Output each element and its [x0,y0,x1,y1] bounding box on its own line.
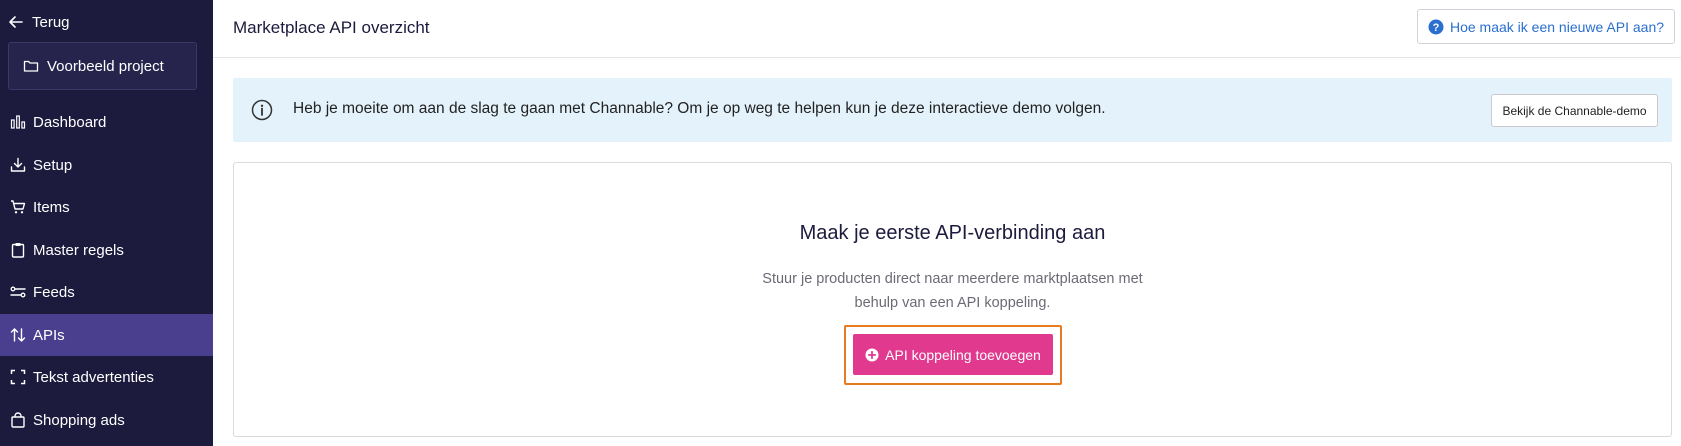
sidebar-item-master-regels[interactable]: Master regels [0,229,213,271]
banner-text: Heb je moeite om aan de slag te gaan met… [293,100,1106,117]
shopping-bag-icon [11,412,25,428]
sidebar-item-label: Feeds [33,283,75,301]
empty-state-description: Stuur je producten direct naar meerdere … [234,267,1671,315]
plus-circle-icon [865,348,879,361]
sidebar-item-tekst-advertenties[interactable]: Tekst advertenties [0,356,213,398]
swap-vertical-icon [10,328,26,342]
sidebar: Terug Voorbeeld project Dashboard Setup … [0,0,213,446]
description-line: Stuur je producten direct naar meerdere … [762,271,1143,287]
add-api-connection-button[interactable]: API koppeling toevoegen [853,334,1053,375]
back-link[interactable]: Terug [8,11,70,33]
project-selector[interactable]: Voorbeeld project [8,42,197,90]
folder-icon [23,60,39,72]
info-icon [251,99,273,121]
clipboard-icon [11,243,25,258]
description-line: behulp van een API koppeling. [854,295,1051,311]
sidebar-item-dashboard[interactable]: Dashboard [0,101,213,143]
view-demo-button[interactable]: Bekijk de Channable-demo [1491,94,1658,127]
sidebar-item-label: Setup [33,156,73,174]
help-new-api-button[interactable]: ? Hoe maak ik een nieuwe API aan? [1417,9,1675,44]
add-button-label: API koppeling toevoegen [885,346,1041,363]
feeds-icon [10,286,26,298]
sidebar-item-label: Items [33,198,70,216]
arrow-left-icon [9,16,23,28]
sidebar-item-label: Dashboard [33,113,107,131]
sidebar-item-apis[interactable]: APIs [0,314,213,356]
expand-corners-icon [10,369,26,385]
empty-state-title: Maak je eerste API-verbinding aan [799,222,1106,244]
sidebar-item-label: Master regels [33,241,124,259]
project-name: Voorbeeld project [47,57,164,75]
svg-text:?: ? [1433,22,1440,34]
page-title: Marketplace API overzicht [233,18,430,37]
sidebar-item-items[interactable]: Items [0,186,213,228]
sidebar-item-label: Tekst advertenties [33,368,154,386]
question-circle-icon: ? [1428,19,1444,34]
empty-state-card: Maak je eerste API-verbinding aan Stuur … [233,162,1672,437]
sidebar-item-feeds[interactable]: Feeds [0,271,213,313]
cart-icon [11,200,26,214]
sidebar-item-label: APIs [33,326,65,344]
sidebar-item-setup[interactable]: Setup [0,144,213,186]
bar-chart-icon [10,115,26,129]
page-header: Marketplace API overzicht ? Hoe maak ik … [213,0,1681,58]
info-banner: Heb je moeite om aan de slag te gaan met… [233,78,1672,142]
sidebar-item-label: Shopping ads [33,411,125,429]
sidebar-item-shopping-ads[interactable]: Shopping ads [0,399,213,441]
help-label: Hoe maak ik een nieuwe API aan? [1449,18,1665,35]
download-tray-icon [10,157,26,172]
back-label: Terug [32,13,70,31]
